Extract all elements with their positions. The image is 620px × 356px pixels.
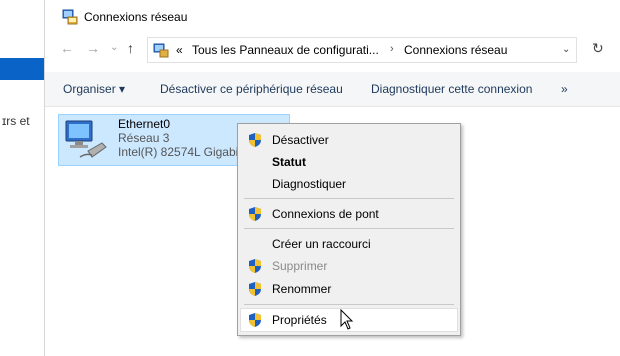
mouse-cursor-icon (340, 309, 354, 330)
breadcrumb-separator[interactable]: › (390, 43, 394, 55)
menu-separator (244, 304, 454, 305)
recent-locations-chevron-icon[interactable]: ⌄ (110, 42, 118, 53)
shield-icon (249, 282, 261, 296)
back-arrow-icon[interactable]: ← (60, 40, 74, 56)
shield-icon (249, 259, 261, 273)
menu-item-create-shortcut[interactable]: Créer un raccourci (272, 237, 371, 251)
window-title: Connexions réseau (84, 10, 188, 24)
menu-item-delete[interactable]: Supprimer (272, 259, 327, 273)
menu-item-status[interactable]: Statut (272, 155, 306, 169)
address-overflow[interactable]: « (176, 43, 183, 57)
menu-item-bridge-connections[interactable]: Connexions de pont (272, 207, 379, 221)
menu-item-diagnose[interactable]: Diagnostiquer (272, 177, 346, 191)
connection-name: Ethernet0 (118, 117, 171, 131)
address-dropdown-chevron-icon[interactable]: ⌄ (562, 44, 570, 55)
menu-item-disable[interactable]: Désactiver (272, 133, 329, 147)
connection-network: Réseau 3 (118, 131, 170, 145)
control-panel-icon (153, 43, 169, 58)
menu-item-properties[interactable]: Propriétés (272, 313, 327, 327)
up-arrow-icon[interactable]: ↑ (127, 40, 134, 56)
network-connections-icon (62, 9, 78, 25)
background-selected-item[interactable] (0, 58, 44, 80)
background-sidebar-text: ɪrs et (2, 114, 30, 128)
shield-icon (249, 313, 261, 327)
menu-item-rename[interactable]: Renommer (272, 282, 331, 296)
shield-icon (249, 207, 261, 221)
disable-device-button[interactable]: Désactiver ce périphérique réseau (160, 82, 343, 96)
refresh-icon[interactable]: ↻ (592, 40, 604, 57)
diagnose-connection-button[interactable]: Diagnostiquer cette connexion (371, 82, 532, 96)
window-border (44, 0, 45, 356)
menu-separator (244, 228, 454, 229)
connection-adapter: Intel(R) 82574L Gigabit (118, 145, 242, 159)
breadcrumb-control-panel[interactable]: Tous les Panneaux de configurati... (192, 43, 379, 57)
more-commands-button[interactable]: » (561, 82, 568, 96)
forward-arrow-icon[interactable]: → (86, 40, 100, 56)
background-window (0, 0, 44, 356)
menu-separator (244, 198, 454, 199)
shield-icon (249, 133, 261, 147)
breadcrumb-network-connections[interactable]: Connexions réseau (404, 43, 507, 57)
ethernet-adapter-icon (65, 120, 107, 158)
organize-button[interactable]: Organiser ▾ (63, 82, 125, 96)
